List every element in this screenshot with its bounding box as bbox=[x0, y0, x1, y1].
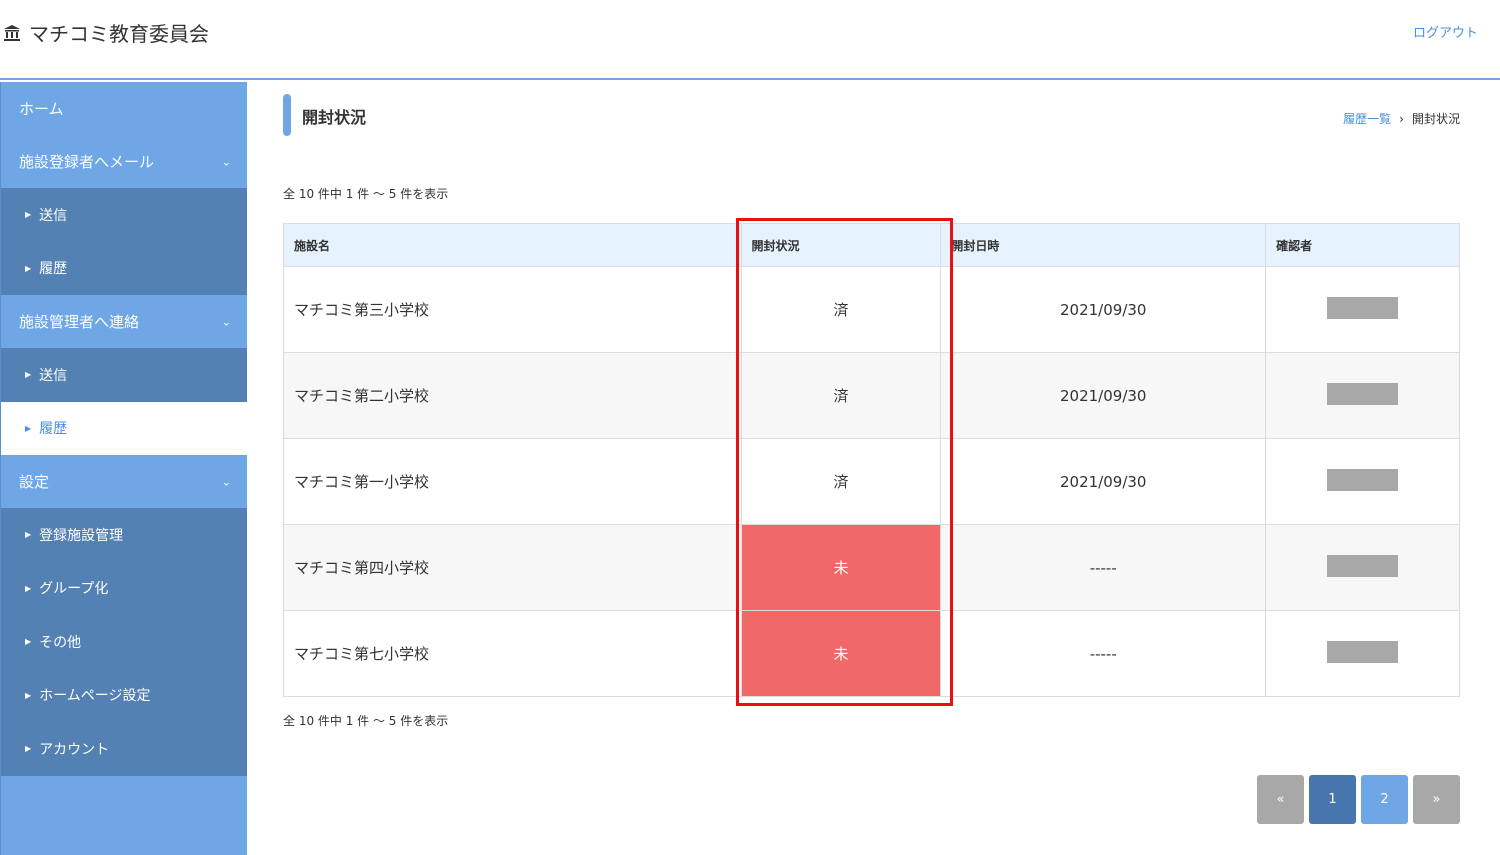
chevron-down-icon: ⌄ bbox=[221, 155, 231, 168]
redacted-block bbox=[1327, 554, 1399, 577]
sidebar-group-settings[interactable]: 設定 ⌄ bbox=[1, 455, 247, 508]
triangle-right-icon: ▶ bbox=[25, 263, 32, 273]
sidebar-item-label: ホームページ設定 bbox=[39, 688, 151, 705]
logout-link[interactable]: ログアウト bbox=[1413, 22, 1478, 41]
sidebar-item-label: 履歴 bbox=[39, 421, 68, 438]
chevron-down-icon: ⌄ bbox=[221, 315, 231, 328]
result-count-top: 全 10 件中 1 件 ～ 5 件を表示 bbox=[283, 187, 449, 201]
confirmer-cell bbox=[1265, 266, 1460, 353]
breadcrumb-current: 開封状況 bbox=[1411, 112, 1460, 126]
sidebar-item-label: グループ化 bbox=[39, 581, 109, 598]
open-date: 2021/09/30 bbox=[940, 266, 1267, 353]
breadcrumb-history-link[interactable]: 履歴一覧 bbox=[1343, 110, 1391, 127]
sidebar-item-label: 設定 bbox=[19, 473, 50, 491]
triangle-right-icon: ▶ bbox=[25, 370, 32, 380]
column-header-status: 開封状況 bbox=[740, 223, 942, 267]
sidebar-item-grouping[interactable]: ▶ グループ化 bbox=[1, 561, 247, 615]
open-status: 済 bbox=[740, 266, 942, 353]
sidebar-item-label: 施設管理者へ連絡 bbox=[19, 313, 140, 331]
sidebar-item-label: ホーム bbox=[19, 100, 64, 118]
triangle-right-icon: ▶ bbox=[25, 423, 32, 433]
triangle-right-icon: ▶ bbox=[25, 210, 32, 220]
facility-name: マチコミ第四小学校 bbox=[283, 524, 742, 611]
table-row: マチコミ第七小学校 未 ----- bbox=[283, 610, 1460, 697]
open-status-unopened: 未 bbox=[740, 610, 942, 697]
facility-name: マチコミ第一小学校 bbox=[283, 438, 742, 525]
table-header-row: 施設名 開封状況 開封日時 確認者 bbox=[283, 223, 1460, 267]
sidebar-item-label: 送信 bbox=[39, 367, 68, 384]
last-page-button[interactable]: » bbox=[1413, 775, 1460, 824]
triangle-right-icon: ▶ bbox=[25, 637, 32, 647]
museum-icon bbox=[4, 24, 20, 41]
double-chevron-left-icon: « bbox=[1276, 792, 1285, 807]
sidebar-item-contact-history[interactable]: ▶ 履歴 bbox=[1, 401, 247, 455]
brand-text: マチコミ教育委員会 bbox=[29, 22, 209, 46]
main-content: 開封状況 履歴一覧 › 開封状況 全 10 件中 1 件 ～ 5 件を表示 施設… bbox=[247, 82, 1500, 855]
brand[interactable]: マチコミ教育委員会 bbox=[3, 18, 209, 47]
column-header-facility: 施設名 bbox=[283, 223, 742, 267]
sidebar-item-label: アカウント bbox=[39, 741, 110, 758]
table-row: マチコミ第四小学校 未 ----- bbox=[283, 524, 1460, 611]
open-date: ----- bbox=[940, 524, 1267, 611]
sidebar-item-mail-history[interactable]: ▶ 履歴 bbox=[1, 241, 247, 295]
redacted-block bbox=[1327, 382, 1399, 405]
open-date: 2021/09/30 bbox=[940, 352, 1267, 439]
title-accent-bar bbox=[283, 94, 291, 136]
page-2-button[interactable]: 2 bbox=[1361, 775, 1408, 824]
sidebar-item-homepage-settings[interactable]: ▶ ホームページ設定 bbox=[1, 668, 247, 722]
sidebar-item-label: 施設登録者へメール bbox=[19, 153, 155, 171]
column-header-confirmer: 確認者 bbox=[1265, 223, 1460, 267]
confirmer-cell bbox=[1265, 524, 1460, 611]
redacted-block bbox=[1327, 296, 1399, 319]
triangle-right-icon: ▶ bbox=[25, 690, 32, 700]
sidebar-group-mail[interactable]: 施設登録者へメール ⌄ bbox=[1, 135, 247, 188]
sidebar-item-account[interactable]: ▶ アカウント bbox=[1, 722, 247, 776]
open-date: ----- bbox=[940, 610, 1267, 697]
sidebar-item-label: その他 bbox=[39, 634, 82, 651]
double-chevron-right-icon: » bbox=[1432, 792, 1441, 807]
triangle-right-icon: ▶ bbox=[25, 530, 32, 540]
result-count-bottom: 全 10 件中 1 件 ～ 5 件を表示 bbox=[283, 714, 449, 728]
open-status-table: 施設名 開封状況 開封日時 確認者 マチコミ第三小学校 済 2021/09/30… bbox=[283, 223, 1460, 697]
confirmer-cell bbox=[1265, 610, 1460, 697]
sidebar-item-label: 送信 bbox=[39, 207, 68, 224]
sidebar-item-label: 登録施設管理 bbox=[39, 527, 124, 544]
confirmer-cell bbox=[1265, 352, 1460, 439]
table-row: マチコミ第三小学校 済 2021/09/30 bbox=[283, 266, 1460, 353]
open-status: 済 bbox=[740, 352, 942, 439]
sidebar: ホーム 施設登録者へメール ⌄ ▶ 送信 ▶ 履歴 施設管理者へ連絡 ⌄ ▶ 送… bbox=[0, 82, 247, 855]
facility-name: マチコミ第二小学校 bbox=[283, 352, 742, 439]
table-row: マチコミ第二小学校 済 2021/09/30 bbox=[283, 352, 1460, 439]
sidebar-item-contact-send[interactable]: ▶ 送信 bbox=[1, 348, 247, 402]
breadcrumb: 履歴一覧 › 開封状況 bbox=[1343, 110, 1460, 127]
first-page-button[interactable]: « bbox=[1257, 775, 1304, 824]
chevron-down-icon: ⌄ bbox=[221, 475, 231, 488]
open-date: 2021/09/30 bbox=[940, 438, 1267, 525]
sidebar-item-home[interactable]: ホーム bbox=[1, 82, 247, 135]
facility-name: マチコミ第三小学校 bbox=[283, 266, 742, 353]
facility-name: マチコミ第七小学校 bbox=[283, 610, 742, 697]
redacted-block bbox=[1327, 468, 1399, 491]
sidebar-group-contact[interactable]: 施設管理者へ連絡 ⌄ bbox=[1, 295, 247, 348]
column-header-date: 開封日時 bbox=[940, 223, 1267, 267]
redacted-block bbox=[1327, 640, 1399, 663]
pagination: « 1 2 » bbox=[1257, 775, 1460, 824]
sidebar-item-other[interactable]: ▶ その他 bbox=[1, 615, 247, 669]
triangle-right-icon: ▶ bbox=[25, 744, 32, 754]
page-title: 開封状況 bbox=[302, 108, 367, 127]
open-status-unopened: 未 bbox=[740, 524, 942, 611]
sidebar-item-mail-send[interactable]: ▶ 送信 bbox=[1, 188, 247, 242]
table-row: マチコミ第一小学校 済 2021/09/30 bbox=[283, 438, 1460, 525]
open-status: 済 bbox=[740, 438, 942, 525]
app-header: マチコミ教育委員会 ログアウト bbox=[0, 0, 1500, 80]
breadcrumb-separator: › bbox=[1399, 111, 1404, 126]
page-1-button[interactable]: 1 bbox=[1309, 775, 1356, 824]
triangle-right-icon: ▶ bbox=[25, 583, 32, 593]
sidebar-item-facility-management[interactable]: ▶ 登録施設管理 bbox=[1, 508, 247, 562]
confirmer-cell bbox=[1265, 438, 1460, 525]
sidebar-item-label: 履歴 bbox=[39, 261, 68, 278]
